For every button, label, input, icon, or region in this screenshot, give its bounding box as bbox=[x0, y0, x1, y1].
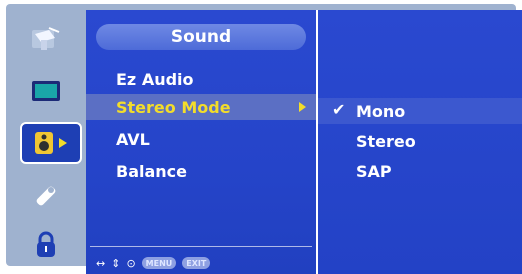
menu-item-label: Balance bbox=[116, 161, 187, 181]
option-menu-button[interactable] bbox=[24, 176, 68, 214]
sound-menu-panel: Sound Ez Audio Stereo Mode AVL Balance ↔… bbox=[86, 10, 318, 274]
submenu-item-stereo[interactable]: Stereo bbox=[318, 128, 522, 154]
picture-menu-button[interactable] bbox=[24, 20, 68, 58]
ok-button-icon: ⊙ bbox=[126, 256, 136, 270]
menu-item-balance[interactable]: Balance bbox=[86, 158, 316, 184]
sound-icon bbox=[35, 132, 67, 154]
checkmark-icon: ✔ bbox=[332, 100, 346, 119]
category-icon-bar bbox=[12, 12, 82, 274]
screen-menu-button[interactable] bbox=[24, 72, 68, 110]
menu-item-stereo-mode[interactable]: Stereo Mode bbox=[86, 94, 316, 120]
navigation-hints: ↔ ⇕ ⊙ MENU EXIT bbox=[96, 255, 211, 271]
exit-key-icon: EXIT bbox=[182, 257, 211, 269]
sound-menu-button[interactable] bbox=[20, 122, 82, 164]
picture-icon bbox=[32, 27, 60, 50]
menu-item-label: Stereo Mode bbox=[116, 97, 231, 117]
option-icon bbox=[36, 186, 56, 206]
footer-divider bbox=[90, 246, 312, 247]
osd-window: Sound Ez Audio Stereo Mode AVL Balance ↔… bbox=[6, 4, 522, 274]
menu-key-icon: MENU bbox=[141, 257, 177, 269]
submenu-item-label: Stereo bbox=[356, 131, 416, 151]
submenu-item-sap[interactable]: SAP bbox=[318, 158, 522, 184]
submenu-item-label: SAP bbox=[356, 161, 392, 181]
menu-item-label: Ez Audio bbox=[116, 69, 194, 89]
up-down-arrow-icon: ⇕ bbox=[111, 256, 121, 270]
lock-icon bbox=[37, 231, 55, 257]
lock-menu-button[interactable] bbox=[24, 226, 68, 264]
left-right-arrow-icon: ↔ bbox=[96, 256, 106, 270]
submenu-arrow-icon bbox=[299, 102, 306, 112]
stereo-mode-submenu: ✔ Mono Stereo SAP bbox=[318, 10, 522, 274]
submenu-item-mono[interactable]: ✔ Mono bbox=[318, 98, 522, 124]
menu-item-avl[interactable]: AVL bbox=[86, 126, 316, 152]
menu-item-label: AVL bbox=[116, 129, 150, 149]
menu-title: Sound bbox=[96, 24, 306, 50]
menu-item-ez-audio[interactable]: Ez Audio bbox=[86, 66, 316, 92]
screen-icon bbox=[32, 81, 60, 101]
